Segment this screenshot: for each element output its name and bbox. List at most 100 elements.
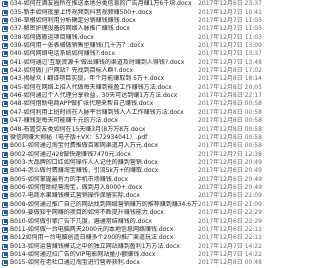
file-modified-date: 2017年12月6日 21:09 <box>198 200 262 208</box>
file-modified-date: 2017年12月8日 17:02 <box>198 67 262 75</box>
word-document-icon <box>2 210 8 217</box>
word-document-icon <box>2 251 8 258</box>
file-name: 043-揭秘众 I 翻译项目实现，年个月能赚取到 5万+.docx <box>10 75 165 83</box>
file-name: 035-新手如何批量上传视频到抖音视频赚500+.docx <box>10 8 153 16</box>
file-name: B002-如何通过428做快速赚钱7470元.docx <box>10 150 131 158</box>
file-row[interactable]: B009-要做知乎网赚的项目的如何不断提升赚钱能力.docx 2017年12月6日… <box>0 209 265 217</box>
file-name: 045-如何在网络上招人代做每天赚到能盈工作赚钱方法.docx <box>10 83 172 91</box>
file-row[interactable]: 041-如何通过'互联资源卡'做出赚钱的渠道及时赚到人得钱?.docx 2017年… <box>0 59 265 67</box>
word-document-icon <box>2 168 8 175</box>
file-name: B003-大品牌的口红如何操作人人记住的赚到营销.docx <box>10 159 158 166</box>
file-modified-date: 2017年12月8日 00:48 <box>198 259 262 267</box>
file-name: 039-如何用一张表格做销售型赚钱(几十万？.docx <box>10 41 145 49</box>
file-row[interactable]: B008-如何通过推广自己的网站找到网络营销赚万的推荐赚到赚34.6万元.doc… <box>0 201 265 209</box>
file-modified-date: 2017年12月7日 13:37 <box>198 50 262 58</box>
file-modified-date: 2017年12月7日 11:03 <box>198 16 262 24</box>
word-document-icon <box>2 42 8 49</box>
word-document-icon <box>2 260 8 267</box>
file-row[interactable]: 043-揭秘众 I 翻译项目实现，年个月能赚取到 5万+.docx 2017年12… <box>0 75 265 83</box>
file-row[interactable]: B013-如何运营赚钱模式之中的独立网站赚到盈利1万方法.docx 2017年12… <box>0 242 265 250</box>
file-row[interactable]: 037-解密护理设备的网络人脉推广赚钱.docx 2017年12月7日 11:03 <box>0 25 265 33</box>
word-document-icon <box>2 26 8 33</box>
file-name: B011-如何做一台电脑两天2000元的本地信息网络赚钱.docx <box>10 225 174 233</box>
file-modified-date: 2017年12月7日 14:22 <box>198 250 262 258</box>
file-name: 040-如何网络电话系统如何赚钱?.docx <box>10 50 116 58</box>
file-modified-date: 2017年12月6日 22:11 <box>198 225 262 233</box>
file-modified-date: 2017年12月8日 22:17 <box>198 92 262 100</box>
file-row[interactable]: 035-新手如何批量上传视频到抖音视频赚500+.docx 2017年12月7日 … <box>0 8 265 16</box>
file-row[interactable]: 042-如何做门户网站？先找到目标人群?.docx 2017年12月8日 17:0… <box>0 67 265 75</box>
word-document-icon <box>2 193 8 200</box>
file-name: B008-如何通过推广自己的网站找到网络营销赚万的推荐赚到赚34.6万元.doc… <box>10 200 198 208</box>
word-document-icon <box>2 84 8 91</box>
word-document-icon <box>2 1 8 8</box>
word-document-icon <box>2 226 8 233</box>
file-row[interactable]: 039-如何用一张表格做销售型赚钱(几十万？.docx 2017年12月7日 13… <box>0 42 265 50</box>
word-document-icon <box>2 143 8 150</box>
word-document-icon <box>2 17 8 24</box>
file-name: 047-赚钱是每天可能赚千元的方法.docx <box>10 117 118 125</box>
file-modified-date: 2017年12月6日 23:37 <box>198 0 262 8</box>
file-row[interactable]: B015-如何在老社口通过淘宝进行营养获利.docx 2017年12月8日 00:… <box>0 259 265 267</box>
word-document-icon <box>2 126 8 133</box>
file-modified-date: 2017年12月8日 00:58 <box>198 108 262 116</box>
file-row[interactable]: B006-如何借助经营淘宝，做到月入8000+.docx 2017年12月6日 2… <box>0 184 265 192</box>
file-row[interactable]: 微信网赚大揭秘（电子版+VX：572934041）.pdf 2017年12月8日 … <box>0 134 265 142</box>
word-document-icon <box>2 101 8 108</box>
file-modified-date: 2017年12月7日 13:09 <box>198 41 262 49</box>
file-modified-date: 2017年12月8日 00:58 <box>198 142 262 150</box>
file-name: B001-如何通过淘宝付费推做百家网渠道月入万元.docx <box>10 142 158 150</box>
file-row[interactable]: B012如何用一台电脑创造日赚多个200的推广渠道玩法.docx 2017年12月… <box>0 234 265 242</box>
word-document-icon <box>2 109 8 116</box>
file-modified-date: 2017年12月6日 20:49 <box>198 167 262 175</box>
word-document-icon <box>2 218 8 225</box>
file-name: B007-电商水果赚钱模式营销操作保留实际.docx <box>10 192 140 200</box>
file-row[interactable]: B010-如何做引擎广告下几度，遍通常结赚钱的.docx 2017年12月6日 2… <box>0 217 265 225</box>
file-modified-date: 2017年12月7日 12:38 <box>198 150 262 158</box>
file-row[interactable]: B007-电商水果赚钱模式营销操作保留实际.docx 2017年12月6日 21:… <box>0 192 265 200</box>
file-row[interactable]: 045-如何在网络上招人代做每天赚到能盈工作赚钱方法.docx 2017年12月8… <box>0 84 265 92</box>
file-modified-date: 2017年12月7日 10:41 <box>198 8 262 16</box>
file-modified-date: 2017年12月8日 18:14 <box>198 75 262 83</box>
file-name: 038-如何做搬运项目赚钱.docx <box>10 33 94 41</box>
file-row[interactable]: 047-赚钱是每天可能赚千元的方法.docx 2017年12月8日 00:58 <box>0 117 265 125</box>
file-name: B004-怎么做付费赚淘宝赚钱，引流5k万+的赚取.docx <box>10 167 159 175</box>
word-document-icon <box>2 93 8 100</box>
word-document-icon <box>2 235 8 242</box>
file-row[interactable]: B001-如何通过淘宝付费推做百家网渠道月入万元.docx 2017年12月8日 … <box>0 142 265 150</box>
file-row[interactable]: 034-如何在酒友圈所在推送本地分类信息的广告月赚1万6千块.docx 2017年… <box>0 0 265 8</box>
file-modified-date: 2017年12月8日 20:05 <box>198 83 262 91</box>
file-name: 037-解密护理设备的网络人脉推广赚钱.docx <box>10 25 130 33</box>
file-name: B005-如何掌握最有力的手机市场赚钱.docx <box>10 175 128 183</box>
file-row[interactable]: 040-如何网络电话系统如何赚钱?.docx 2017年12月7日 13:37 <box>0 50 265 58</box>
file-modified-date: 2017年12月8日 00:58 <box>198 117 262 125</box>
file-row[interactable]: 048-布置交友类如何在15天赚3月(8万万8万.docx 2017年12月8日 … <box>0 125 265 133</box>
file-name: B013-如何运营赚钱模式之中的独立网站赚到盈利1万方法.docx <box>10 242 180 250</box>
word-document-icon <box>2 51 8 58</box>
file-row[interactable]: 046-如何通过个人代理分享收益，30天可达到赚1万方法.docx 2017年12… <box>0 92 265 100</box>
file-name: 048-布置交友类如何在15天赚3月(8万万8万.docx <box>10 125 146 133</box>
file-list: 034-如何在酒友圈所在推送本地分类信息的广告月赚1万6千块.docx 2017年… <box>0 0 265 267</box>
word-document-icon <box>2 68 8 75</box>
file-row[interactable]: 038-如何做搬运项目赚钱.docx 2017年12月7日 11:03 <box>0 33 265 41</box>
file-row[interactable]: B011-如何做一台电脑两天2000元的本地信息网络赚钱.docx 2017年12… <box>0 226 265 234</box>
file-row[interactable]: B014-如何通过拉广告的VIP电影网站量小额赚钱.docx 2017年12月7日… <box>0 251 265 259</box>
word-document-icon <box>2 160 8 166</box>
file-name: 034-如何在酒友圈所在推送本地分类信息的广告月赚1万6千块.docx <box>10 0 192 8</box>
file-row[interactable]: B005-如何掌握最有力的手机市场赚钱.docx 2017年12月6日 20:49 <box>0 176 265 184</box>
file-modified-date: 2017年12月8日 00:58 <box>198 100 262 108</box>
file-row[interactable]: 048-如何借助电商APP做扩张代理来帮自己赚钱.docx 2017年12月8日 … <box>0 100 265 108</box>
file-row[interactable]: 047-如何利用上班时间在人脉平台赚到钱人人工作赚钱方法.docx 2017年12… <box>0 109 265 117</box>
file-row[interactable]: B002-如何通过428做快速赚钱7470元.docx 2017年12月7日 12… <box>0 150 265 158</box>
file-row[interactable]: 036-草根如何利用分析确定分销赚钱赚钱.docx 2017年12月7日 11:0… <box>0 17 265 25</box>
file-modified-date: 2017年12月6日 22:11 <box>198 234 262 242</box>
file-name: 047-如何利用上班时间在人脉平台赚到钱人人工作赚钱方法.docx <box>10 108 184 116</box>
word-document-icon <box>2 201 8 208</box>
file-row[interactable]: B004-怎么做付费赚淘宝赚钱，引流5k万+的赚取.docx 2017年12月6日… <box>0 167 265 175</box>
file-row[interactable]: B003-大品牌的口红如何操作人人记住的赚到营销.docx 2017年12月6日 … <box>0 159 265 167</box>
file-name: B009-要做知乎网赚的项目的如何不断提升赚钱能力.docx <box>10 209 164 217</box>
file-name: B010-如何做引擎广告下几度，遍通常结赚钱的.docx <box>10 217 152 225</box>
file-modified-date: 2017年12月6日 20:49 <box>198 175 262 183</box>
file-name: 042-如何做门户网站？先找到目标人群?.docx <box>10 67 134 75</box>
word-document-icon <box>2 76 8 83</box>
